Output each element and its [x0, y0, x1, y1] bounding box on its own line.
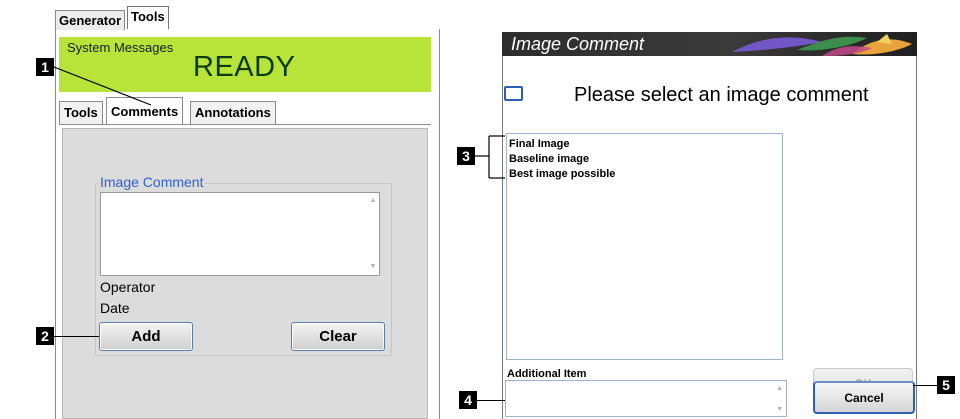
subtab-divider [59, 124, 431, 125]
add-button[interactable]: Add [99, 322, 193, 351]
scroll-up-arrow-icon[interactable]: ▲ [368, 196, 378, 206]
dialog-titlebar: Image Comment [502, 32, 917, 56]
textarea-scrollbar[interactable]: ▲ ▼ [368, 194, 378, 274]
additional-item-label: Additional Item [507, 368, 587, 380]
callout-5: 5 [937, 376, 955, 394]
callout-2: 2 [36, 327, 54, 345]
titlebar-decoration [732, 34, 912, 56]
subtab-annotations[interactable]: Annotations [190, 101, 276, 125]
cancel-button[interactable]: Cancel [813, 381, 915, 414]
callout-3: 3 [457, 147, 475, 165]
tab-tools[interactable]: Tools [127, 6, 169, 29]
checkbox-icon[interactable] [504, 86, 523, 101]
additional-item-input[interactable]: ▲ ▼ [505, 380, 787, 417]
callout-4-line [477, 400, 505, 401]
system-status: READY [193, 51, 296, 83]
callout-5-line [913, 385, 937, 386]
comment-list-item-final[interactable]: Final Image [509, 138, 570, 150]
callout-2-line [54, 336, 99, 337]
system-messages-title: System Messages [67, 40, 174, 55]
callout-4: 4 [459, 391, 477, 409]
date-label: Date [100, 300, 130, 316]
image-comment-legend: Image Comment [98, 174, 206, 190]
scroll-down-arrow-icon[interactable]: ▼ [776, 406, 783, 413]
tab-generator[interactable]: Generator [55, 10, 126, 30]
callout-1-line [54, 66, 152, 106]
clear-button[interactable]: Clear [291, 322, 385, 351]
image-comment-textarea[interactable]: ▲ ▼ [100, 192, 380, 276]
callout-1: 1 [36, 58, 54, 76]
comment-list-item-best[interactable]: Best image possible [509, 168, 615, 180]
callout-3-bracket [475, 135, 505, 179]
scroll-up-arrow-icon[interactable]: ▲ [776, 385, 783, 392]
scroll-down-arrow-icon[interactable]: ▼ [368, 262, 378, 272]
operator-label: Operator [100, 279, 156, 295]
dialog-prompt: Please select an image comment [574, 84, 869, 106]
comment-list-item-baseline[interactable]: Baseline image [509, 153, 589, 165]
dialog-title: Image Comment [511, 34, 645, 54]
